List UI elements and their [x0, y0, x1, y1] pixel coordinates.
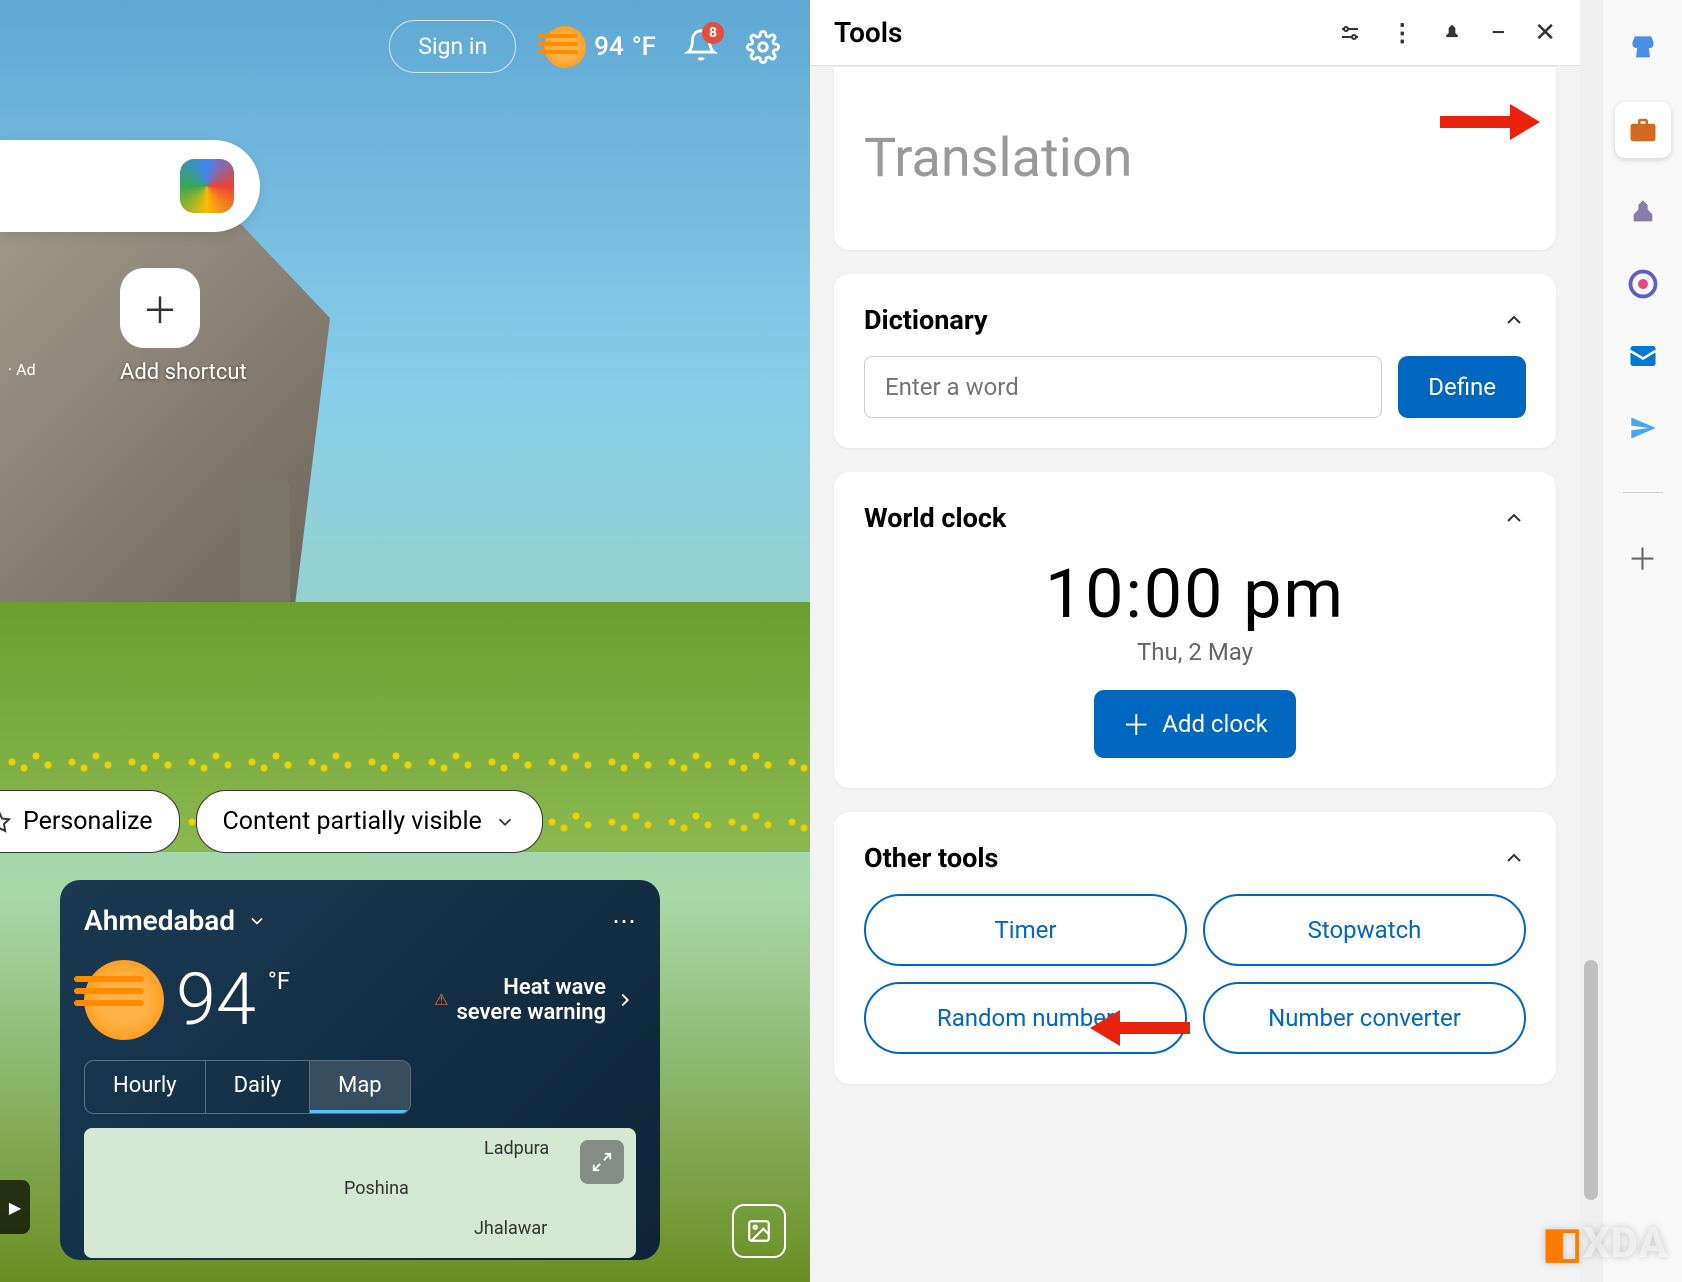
dictionary-title: Dictionary	[864, 304, 988, 336]
map-label: Ladpura	[484, 1138, 549, 1159]
chevron-up-icon[interactable]	[1502, 308, 1526, 332]
tools-header-actions: ⋮ − ✕	[1338, 16, 1556, 49]
world-clock-card: World clock 10:00 pm Thu, 2 May ＋ Add cl…	[834, 472, 1556, 788]
chip-label: Personalize	[23, 807, 153, 836]
notifications-button[interactable]: 8	[684, 28, 718, 66]
personalize-chip[interactable]: Personalize	[0, 790, 180, 853]
tools-sidebar: Tools ⋮ − ✕ Translation Dictionary Defin…	[810, 0, 1580, 1282]
map-label: Poshina	[344, 1178, 409, 1199]
chevron-up-icon[interactable]	[1502, 506, 1526, 530]
add-shortcut-label: Add shortcut	[120, 360, 247, 385]
weather-alert[interactable]: ⚠ Heat wave severe warning	[434, 975, 636, 1025]
chevron-right-icon	[614, 989, 636, 1011]
warning-icon: ⚠	[434, 990, 448, 1009]
weather-summary[interactable]: 94 °F	[544, 26, 656, 68]
notification-badge: 8	[702, 22, 724, 44]
weather-map[interactable]: Ladpura Poshina Jhalawar	[84, 1128, 636, 1258]
define-button[interactable]: Define	[1398, 356, 1526, 418]
chevron-up-icon[interactable]	[1502, 846, 1526, 870]
temp-value: 94	[594, 32, 624, 62]
annotation-arrow	[1090, 1010, 1190, 1046]
translation-placeholder: Translation	[864, 127, 1526, 190]
sun-icon	[84, 960, 164, 1040]
shopping-icon[interactable]	[1625, 30, 1661, 66]
timer-button[interactable]: Timer	[864, 894, 1187, 966]
temperature: 94	[176, 957, 256, 1042]
add-clock-button[interactable]: ＋ Add clock	[1094, 690, 1296, 758]
add-clock-label: Add clock	[1162, 710, 1268, 738]
new-tab-page: Sign in 94 °F 8 · Ad ＋ Add shortcut Perso…	[0, 0, 810, 1282]
number-converter-button[interactable]: Number converter	[1203, 982, 1526, 1054]
map-label: Jhalawar	[474, 1218, 547, 1239]
alert-line2: severe warning	[456, 1000, 606, 1025]
annotation-arrow	[1440, 104, 1540, 140]
plus-icon: ＋	[1122, 704, 1150, 744]
translation-card[interactable]: Translation	[834, 66, 1556, 250]
tools-title: Tools	[834, 16, 902, 49]
location-text: Ahmedabad	[84, 904, 235, 937]
outlook-icon[interactable]	[1625, 338, 1661, 374]
send-icon[interactable]	[1625, 410, 1661, 446]
top-bar: Sign in 94 °F 8	[389, 20, 780, 73]
microsoft365-icon[interactable]	[1625, 266, 1661, 302]
content-visibility-chip[interactable]: Content partially visible	[196, 790, 543, 853]
gear-icon[interactable]	[746, 30, 780, 64]
minimize-button[interactable]: −	[1490, 16, 1506, 49]
clock-date: Thu, 2 May	[864, 638, 1526, 666]
tab-hourly[interactable]: Hourly	[85, 1061, 206, 1113]
other-tools-card: Other tools Timer Stopwatch Random numbe…	[834, 812, 1556, 1084]
edge-sidebar: ＋	[1602, 0, 1682, 1282]
copilot-icon[interactable]	[180, 159, 234, 213]
card-menu[interactable]: ⋯	[612, 907, 636, 935]
ad-tag: · Ad	[8, 360, 36, 379]
scrollbar-thumb[interactable]	[1584, 960, 1598, 1200]
image-icon	[746, 1218, 772, 1244]
more-menu-button[interactable]: ⋮	[1390, 19, 1414, 47]
weather-location[interactable]: Ahmedabad	[84, 904, 267, 937]
sun-icon	[544, 26, 586, 68]
other-tools-title: Other tools	[864, 842, 998, 874]
temp-unit: °F	[268, 967, 290, 995]
weather-card[interactable]: Ahmedabad ⋯ 94 °F ⚠ Heat wave severe war…	[60, 880, 660, 1260]
sign-in-button[interactable]: Sign in	[389, 20, 516, 73]
chip-label: Content partially visible	[223, 807, 482, 836]
background-image-button[interactable]	[732, 1204, 786, 1258]
shortcut-area: ＋ Add shortcut	[120, 268, 247, 385]
star-icon	[0, 810, 11, 834]
tools-header: Tools ⋮ − ✕	[810, 0, 1580, 66]
watermark: ◧XDA	[1542, 1218, 1668, 1268]
clock-title: World clock	[864, 502, 1006, 534]
pin-icon[interactable]	[1442, 21, 1462, 45]
tools-icon[interactable]	[1615, 102, 1671, 158]
games-icon[interactable]	[1625, 194, 1661, 230]
expand-map-button[interactable]	[580, 1140, 624, 1184]
chevron-down-icon	[494, 811, 516, 833]
chevron-down-icon	[247, 911, 267, 931]
add-app-button[interactable]: ＋	[1625, 539, 1661, 575]
bg-tower	[240, 480, 290, 620]
dictionary-card: Dictionary Define	[834, 274, 1556, 448]
stopwatch-button[interactable]: Stopwatch	[1203, 894, 1526, 966]
tab-daily[interactable]: Daily	[206, 1061, 311, 1113]
rail-divider	[1623, 492, 1663, 493]
dictionary-input[interactable]	[864, 356, 1382, 418]
feed-chips: Personalize Content partially visible	[0, 790, 543, 853]
search-bar[interactable]	[0, 140, 260, 232]
close-button[interactable]: ✕	[1534, 18, 1556, 48]
tab-map[interactable]: Map	[310, 1061, 410, 1113]
expand-icon	[591, 1151, 613, 1173]
clock-time: 10:00 pm	[864, 554, 1526, 634]
add-shortcut-button[interactable]: ＋	[120, 268, 200, 348]
alert-line1: Heat wave	[456, 975, 606, 1000]
expand-feed-button[interactable]: ▶	[0, 1180, 30, 1234]
temp-unit: °F	[632, 32, 656, 62]
tools-body: Translation Dictionary Define World cloc…	[810, 66, 1580, 1282]
weather-tabs: Hourly Daily Map	[84, 1060, 411, 1114]
sliders-icon[interactable]	[1338, 21, 1362, 45]
